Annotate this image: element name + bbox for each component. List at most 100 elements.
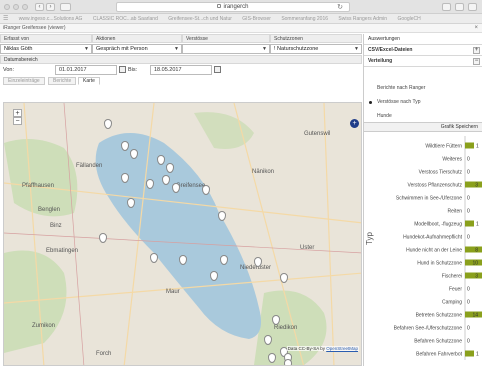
openstreetmap-link[interactable]: OpenStreetMap (326, 346, 358, 351)
zoom-out-button[interactable]: − (13, 117, 22, 125)
app-title-bar: iRanger Greifensee (viewer) × (0, 24, 482, 33)
chart-value-label: 10 (472, 260, 478, 266)
bookmark-item[interactable]: GoogleCH (397, 14, 420, 23)
chart-bar (465, 181, 482, 188)
chart-category-label: Befahren Fahrverbot (416, 351, 462, 357)
bookmark-item[interactable]: GIS-Browser (242, 14, 271, 23)
back-icon[interactable]: ‹ (35, 3, 44, 11)
close-icon[interactable]: × (474, 24, 478, 33)
zone-select[interactable]: ! Naturschutzzone ▼ (270, 44, 362, 54)
csv-section-header[interactable]: CSV/Excel-Dateien + (364, 45, 482, 56)
chevron-down-icon: ▼ (354, 46, 359, 52)
chart-value-label: 1 (476, 143, 479, 149)
sidebar-icon[interactable] (60, 3, 71, 11)
bookmarks-bar: ☰ www.ingeso.c...Solutions AG CLASSIC RO… (0, 14, 482, 24)
map-attribution: Data CC-By-SA by OpenStreetMap (286, 346, 359, 351)
chart-value-label: 0 (467, 169, 470, 175)
map-place-label: Nänikon (252, 169, 275, 175)
violation-select[interactable]: ▼ (182, 44, 270, 54)
chart-bar (465, 220, 474, 227)
chart-bar (465, 272, 482, 279)
bookmark-item[interactable]: Swiss Rangers Admin (338, 14, 387, 23)
chevron-down-icon: ▼ (84, 46, 89, 52)
from-date-input[interactable]: 01.01.2017 (55, 65, 117, 75)
map-canvas (4, 103, 361, 365)
map-place-label: Benglen (38, 207, 61, 213)
option-label: Berichte nach Ranger (377, 85, 426, 91)
bookmark-item[interactable]: Sommeranfang 2016 (281, 14, 328, 23)
chart-bar (465, 142, 474, 149)
recorder-select[interactable]: Niklas Göth ▼ (0, 44, 92, 54)
expand-icon[interactable]: + (473, 47, 480, 54)
forward-icon[interactable]: › (46, 3, 55, 11)
chart-category-label: Reiten (448, 208, 463, 214)
attribution-text: Data CC-By-SA by (287, 346, 325, 351)
option-label: Verstösse nach Typ (377, 99, 421, 105)
panel-title: Auswertungen (364, 34, 482, 45)
selected-bullet-icon (369, 101, 372, 104)
map-place-label: Ebmatingen (46, 248, 79, 254)
share-icon[interactable] (442, 3, 451, 11)
chart-category-label: Befahren Schutzzone (414, 338, 462, 344)
filter-header-schutzzonen: Schutzzonen (270, 34, 362, 43)
map-place-label: Uster (300, 245, 315, 251)
reload-icon[interactable]: ↻ (337, 3, 343, 12)
chart-category-label: Verstoss Pflanzenschutz (408, 182, 463, 188)
map-view[interactable]: + − + Fällanden Pfaffhausen Benglen Binz… (3, 102, 362, 366)
chart-value-label: 3 (475, 273, 478, 279)
chart-category-label: Weiteres (442, 156, 462, 162)
maximize-window-icon[interactable] (22, 4, 28, 10)
map-place-label: Greifensee (176, 183, 206, 189)
bookmark-item[interactable]: CLASSIC ROC...ab Saarland (93, 14, 158, 23)
option-reports-by-ranger[interactable]: Berichte nach Ranger (364, 82, 482, 95)
chart-category-label: Feuer (449, 286, 462, 292)
minimize-window-icon[interactable] (13, 4, 19, 10)
chart-category-label: Modellboot, -flugzeug (414, 221, 462, 227)
chart-value-label: 0 (467, 338, 470, 344)
close-window-icon[interactable] (4, 4, 10, 10)
action-select[interactable]: Gespräch mit Person ▼ (92, 44, 182, 54)
tabs-overview-icon[interactable] (455, 3, 464, 11)
to-date-input[interactable]: 18.05.2017 (150, 65, 212, 75)
chart-value-label: 0 (467, 299, 470, 305)
calendar-icon[interactable] (119, 66, 126, 73)
address-bar[interactable]: irangerch ↻ (116, 2, 350, 12)
tab-berichte[interactable]: Berichte (48, 77, 77, 85)
lock-icon (217, 4, 222, 9)
tab-einzeleintraege[interactable]: Einzeleinträge (3, 77, 45, 85)
calendar-icon[interactable] (214, 66, 221, 73)
bookmark-item[interactable]: www.ingeso.c...Solutions AG (19, 14, 83, 23)
map-place-label: Zumikon (32, 323, 56, 329)
locate-icon[interactable]: + (350, 119, 359, 128)
new-tab-icon[interactable] (468, 3, 477, 11)
chart-value-label: 14 (472, 312, 478, 318)
chart-svg: Typ Wildtiere Füttern 1 Weiteres 0 Verstoss T… (365, 136, 482, 360)
zoom-in-button[interactable]: + (13, 109, 22, 117)
chart-value-label: 3 (475, 182, 478, 188)
chart-category-label: Hundekot-Aufnahmepflicht (403, 234, 463, 240)
recorder-select-value: Niklas Göth (4, 46, 33, 52)
map-place-label: Riedikon (274, 325, 298, 331)
csv-section-label: CSV/Excel-Dateien (368, 47, 413, 53)
save-graph-button[interactable]: Grafik Speichern (364, 122, 482, 132)
chart-category-label: Wildtiere Füttern (425, 143, 462, 149)
option-label: Hunde (377, 113, 392, 119)
chart-value-label: 8 (475, 247, 478, 253)
chart-value-label: 0 (467, 325, 470, 331)
chart-category-label: Hund in Schutzzone (417, 260, 462, 266)
chart-category-label: Hunde nicht an der Leine (406, 247, 462, 253)
chart-value-label: 0 (467, 195, 470, 201)
bookmarks-menu-icon[interactable]: ☰ (3, 14, 8, 23)
option-violations-by-type[interactable]: Verstösse nach Typ (364, 96, 482, 109)
filter-header-aktionen: Aktionen (92, 34, 182, 43)
distribution-section-header[interactable]: Verteilung − (364, 56, 482, 67)
map-marker-icon[interactable] (284, 359, 292, 365)
filter-header-verstoesse: Verstösse (182, 34, 270, 43)
chart-y-axis-label: Typ (365, 232, 374, 245)
app-title: iRanger Greifensee (viewer) (3, 25, 66, 31)
collapse-icon[interactable]: − (473, 58, 480, 65)
bookmark-item[interactable]: Greifensee-St...ch und Natur (168, 14, 232, 23)
address-bar-url: irangerch (223, 4, 249, 10)
statistics-panel: Auswertungen CSV/Excel-Dateien + Verteil… (363, 34, 482, 366)
tab-karte[interactable]: Karte (78, 77, 100, 85)
